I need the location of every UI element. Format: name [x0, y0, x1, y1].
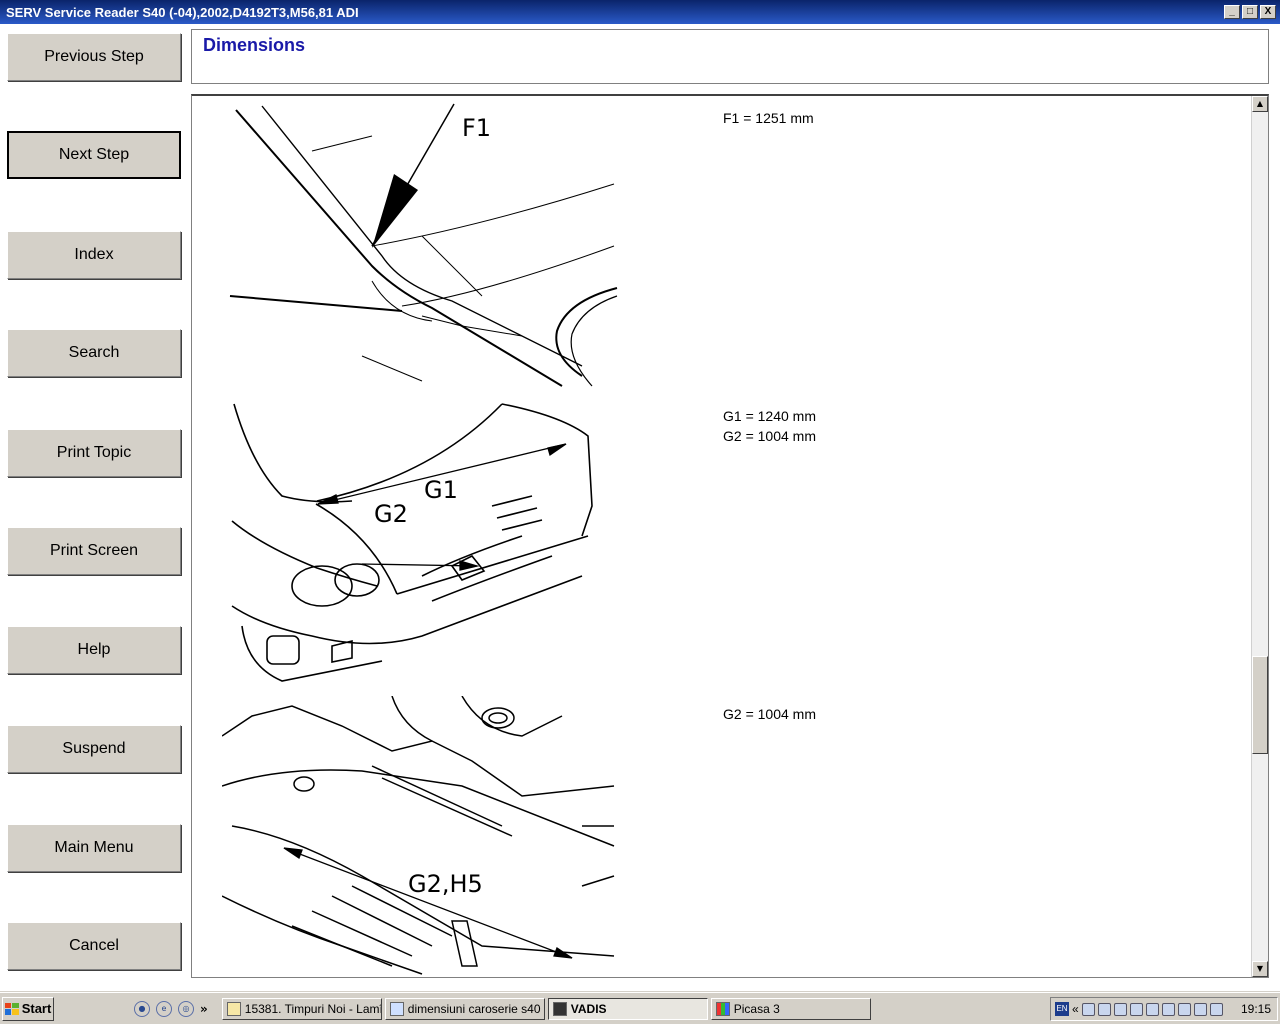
print-screen-button[interactable]: Print Screen: [7, 527, 181, 575]
scroll-thumb[interactable]: [1252, 656, 1268, 754]
volume-icon[interactable]: [1177, 1002, 1191, 1016]
tray-app-icon-2[interactable]: [1209, 1002, 1223, 1016]
index-button[interactable]: Index: [7, 231, 181, 279]
content-panel[interactable]: F1 G1 G2 G2,H5 F1 = 1251 mm G1 = 1240 mm…: [191, 94, 1269, 978]
sidebar: Previous Step Next Step Index Search Pri…: [0, 24, 188, 992]
quick-launch: ● e ◎: [134, 1000, 194, 1017]
tray-chevron-icon[interactable]: «: [1072, 1002, 1079, 1016]
quicklaunch-chevron-icon[interactable]: »: [200, 1002, 208, 1016]
scroll-up-arrow-icon[interactable]: ▲: [1252, 96, 1268, 112]
windows-flag-icon: [4, 1002, 19, 1015]
task-picasa[interactable]: Picasa 3: [710, 997, 871, 1020]
task-label: dimensiuni caroserie s40 ...: [407, 1001, 545, 1016]
vertical-scrollbar[interactable]: ▲ ▼: [1251, 96, 1268, 977]
dimension-g2: G2 = 1004 mm: [723, 428, 816, 444]
task-dimensiuni[interactable]: dimensiuni caroserie s40 ...: [384, 997, 545, 1020]
minimize-button[interactable]: _: [1224, 5, 1240, 19]
task-timpuri-noi[interactable]: 15381. Timpuri Noi - Lamî...: [221, 997, 382, 1020]
vadis-icon: [552, 1001, 567, 1016]
language-indicator[interactable]: EN: [1055, 1002, 1069, 1016]
scroll-down-arrow-icon[interactable]: ▼: [1252, 961, 1268, 977]
callout-g1: G1: [424, 476, 458, 504]
network-icon-2[interactable]: [1145, 1002, 1159, 1016]
quicklaunch-app-icon[interactable]: ●: [134, 1000, 150, 1017]
security-icon[interactable]: [1129, 1002, 1143, 1016]
taskbar: Start ● e ◎ » 15381. Timpuri Noi - Lamî.…: [0, 992, 1280, 1024]
previous-step-button[interactable]: Previous Step: [7, 33, 181, 81]
sync-icon[interactable]: [1193, 1002, 1207, 1016]
task-label: VADIS: [570, 1001, 607, 1016]
tray-app-icon[interactable]: [1081, 1002, 1095, 1016]
next-step-button[interactable]: Next Step: [7, 131, 181, 179]
clock[interactable]: 19:15: [1241, 1002, 1271, 1016]
callout-g2-h5: G2,H5: [408, 870, 483, 898]
callout-f1: F1: [462, 114, 491, 142]
dimension-f1: F1 = 1251 mm: [723, 110, 814, 126]
dimension-g1: G1 = 1240 mm: [723, 408, 816, 424]
music-app-icon: [226, 1001, 241, 1016]
task-label: Picasa 3: [733, 1001, 780, 1016]
system-tray: EN « 19:15: [1050, 997, 1278, 1021]
figure-g2-h5-drawing: G2,H5: [222, 696, 615, 975]
window-title: SERV Service Reader S40 (-04),2002,D4192…: [6, 4, 359, 20]
start-label: Start: [21, 1001, 52, 1016]
page-title: Dimensions: [203, 35, 306, 55]
task-vadis[interactable]: VADIS: [547, 997, 708, 1020]
main-menu-button[interactable]: Main Menu: [7, 824, 181, 872]
network-icon[interactable]: [1113, 1002, 1127, 1016]
figure-g1-g2-drawing: G1 G2: [231, 403, 593, 682]
maximize-button[interactable]: □: [1242, 5, 1258, 19]
dimension-g2-second: G2 = 1004 mm: [723, 706, 816, 722]
print-topic-button[interactable]: Print Topic: [7, 429, 181, 477]
start-button[interactable]: Start: [2, 996, 54, 1021]
internet-explorer-task-icon: [389, 1001, 404, 1016]
search-button[interactable]: Search: [7, 329, 181, 377]
display-icon[interactable]: [1161, 1002, 1175, 1016]
header-panel: Dimensions: [191, 29, 1269, 84]
title-bar: SERV Service Reader S40 (-04),2002,D4192…: [0, 0, 1280, 24]
app-body: Previous Step Next Step Index Search Pri…: [0, 24, 1280, 992]
figure-f1-drawing: F1: [229, 103, 618, 387]
internet-explorer-icon[interactable]: e: [156, 1000, 172, 1017]
picasa-icon: [715, 1001, 730, 1016]
cancel-button[interactable]: Cancel: [7, 922, 181, 970]
help-button[interactable]: Help: [7, 626, 181, 674]
task-label: 15381. Timpuri Noi - Lamî...: [244, 1001, 382, 1016]
callout-g2: G2: [374, 500, 408, 528]
browser-icon[interactable]: ◎: [178, 1000, 194, 1017]
shield-icon[interactable]: [1097, 1002, 1111, 1016]
suspend-button[interactable]: Suspend: [7, 725, 181, 773]
close-button[interactable]: X: [1260, 5, 1276, 19]
